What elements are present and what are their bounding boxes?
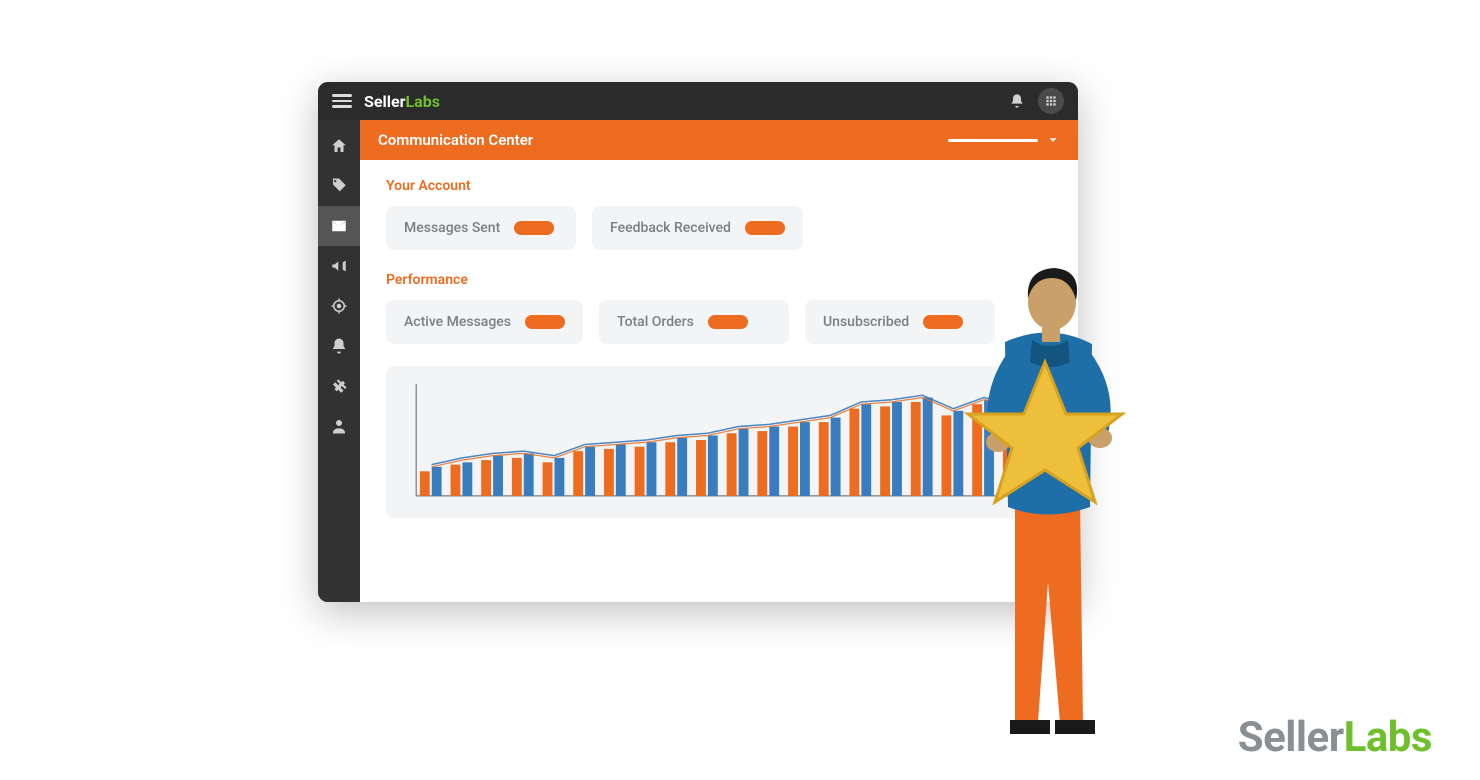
sidebar-item-mail[interactable] (318, 206, 360, 246)
brand-logo: SellerLabs (364, 92, 440, 111)
card-messages-sent[interactable]: Messages Sent (386, 206, 576, 250)
bell-icon[interactable] (1004, 88, 1030, 114)
page-title: Communication Center (378, 131, 533, 149)
watermark-part1: Seller (1238, 713, 1344, 762)
page-header: Communication Center (360, 120, 1078, 160)
brand-part2: Labs (405, 92, 439, 111)
sidebar-item-home[interactable] (318, 126, 360, 166)
sidebar-item-plugin[interactable] (318, 366, 360, 406)
chevron-down-icon (1046, 133, 1060, 147)
card-label: Active Messages (404, 314, 511, 330)
dropdown-line (948, 139, 1038, 142)
card-label: Feedback Received (610, 220, 731, 236)
value-pill (745, 221, 785, 235)
sidebar-item-user[interactable] (318, 406, 360, 446)
sidebar-item-target[interactable] (318, 286, 360, 326)
brand-part1: Seller (364, 92, 405, 111)
section-title-account: Your Account (386, 178, 1052, 194)
card-active-messages[interactable]: Active Messages (386, 300, 583, 344)
watermark-logo: SellerLabs (1238, 713, 1432, 762)
card-total-orders[interactable]: Total Orders (599, 300, 789, 344)
card-feedback-received[interactable]: Feedback Received (592, 206, 803, 250)
sidebar (318, 120, 360, 602)
card-label: Total Orders (617, 314, 694, 330)
card-label: Unsubscribed (823, 314, 909, 330)
value-pill (525, 315, 565, 329)
sidebar-item-tag[interactable] (318, 166, 360, 206)
hamburger-icon[interactable] (332, 94, 352, 108)
watermark-part2: Labs (1344, 713, 1432, 762)
header-dropdown[interactable] (948, 133, 1060, 147)
value-pill (514, 221, 554, 235)
topbar: SellerLabs (318, 82, 1078, 120)
person-illustration (920, 222, 1180, 742)
sidebar-item-megaphone[interactable] (318, 246, 360, 286)
card-label: Messages Sent (404, 220, 500, 236)
value-pill (708, 315, 748, 329)
sidebar-item-alerts[interactable] (318, 326, 360, 366)
account-icon[interactable] (1038, 88, 1064, 114)
